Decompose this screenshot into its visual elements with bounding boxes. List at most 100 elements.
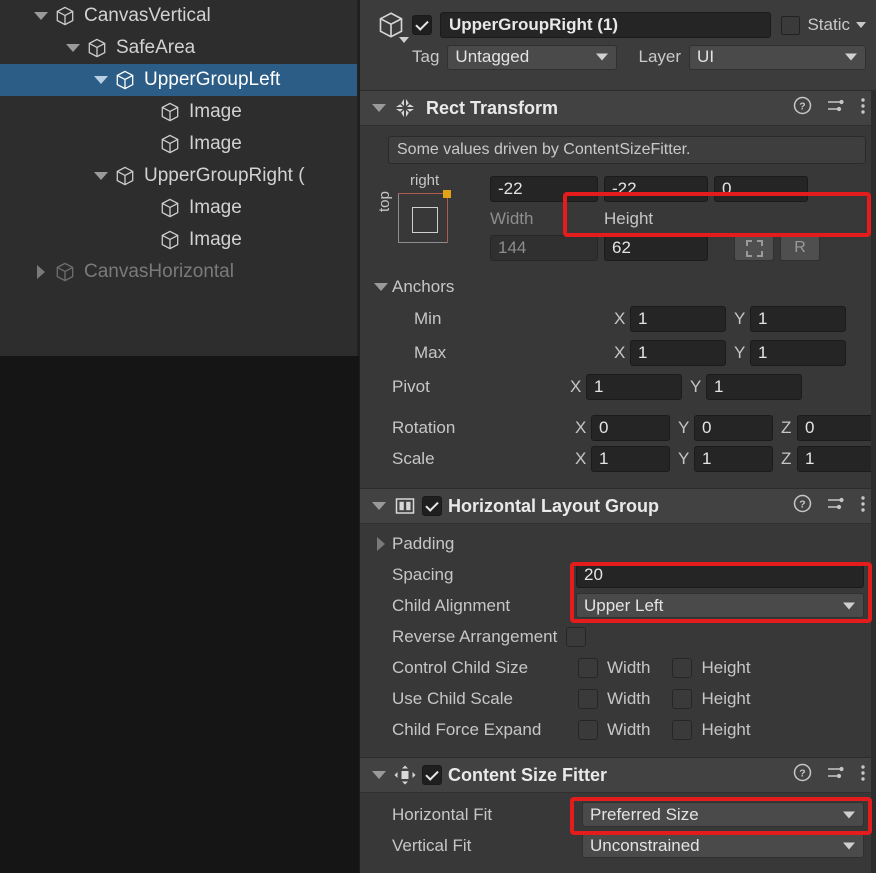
hierarchy-item-image[interactable]: Image [0, 128, 357, 160]
static-dropdown-arrow[interactable] [856, 22, 866, 28]
child-alignment-dropdown[interactable]: Upper Left [576, 593, 864, 618]
pos-z-field[interactable]: 0 [714, 176, 808, 202]
rotation-x-field[interactable]: 0 [591, 414, 671, 441]
scale-z-field[interactable]: 1 [797, 445, 876, 472]
content-size-fitter-header[interactable]: Content Size Fitter ? [360, 757, 876, 793]
anchor-pivot-y-field[interactable]: 1 [706, 374, 802, 400]
hierarchy-foldout-arrow[interactable] [62, 44, 84, 52]
hierarchy-foldout-arrow[interactable] [90, 76, 112, 84]
control-child-size-width-checkbox[interactable] [578, 657, 598, 678]
hierarchy-item-canvasvertical[interactable]: CanvasVertical [0, 0, 357, 32]
static-toggle-group[interactable]: Static [781, 15, 866, 35]
hierarchy-item-image[interactable]: Image [0, 192, 357, 224]
rotation-z-field[interactable]: 0 [797, 414, 876, 441]
padding-foldout-arrow[interactable] [370, 536, 392, 551]
hierarchy-item-canvashorizontal[interactable]: CanvasHorizontal [0, 256, 357, 288]
scale-x-field[interactable]: 1 [591, 445, 671, 472]
control-child-size-height-label: Height [701, 657, 751, 677]
rect-transform-header[interactable]: Rect Transform ? [360, 90, 876, 126]
preset-icon[interactable] [826, 494, 846, 519]
use-child-scale-width-label: Width [607, 688, 651, 708]
gameobject-name-field[interactable]: UpperGroupRight (1) [440, 12, 772, 38]
hierarchy-item-safearea[interactable]: SafeArea [0, 32, 357, 64]
anchor-min-row: Min X 1 Y 1 [360, 302, 876, 336]
anchor-preset-widget[interactable]: right top [370, 172, 490, 272]
anchors-foldout-arrow[interactable] [370, 283, 392, 291]
csf-enabled-checkbox[interactable] [422, 765, 442, 785]
raw-edit-mode-button[interactable]: R [780, 235, 820, 261]
hierarchy-foldout-arrow[interactable] [30, 12, 52, 20]
driven-values-info: Some values driven by ContentSizeFitter. [388, 136, 866, 164]
static-checkbox[interactable] [781, 15, 801, 35]
layer-label: Layer [638, 47, 682, 66]
pos-x-field[interactable]: -22 [490, 176, 598, 202]
help-icon[interactable]: ? [793, 96, 812, 120]
hlg-enabled-checkbox[interactable] [422, 496, 442, 516]
hierarchy-item-uppergroupright[interactable]: UpperGroupRight ( [0, 160, 357, 192]
help-icon[interactable]: ? [793, 763, 812, 787]
rect-transform-title: Rect Transform [426, 97, 559, 118]
gameobject-cube-icon[interactable] [370, 10, 412, 43]
anchor-max-x-field[interactable]: 1 [630, 340, 726, 366]
height-field[interactable]: 62 [604, 235, 708, 261]
kebab-menu-icon[interactable] [860, 96, 866, 121]
size-labels-row: Width Height [490, 206, 870, 232]
axis-x-label: X [570, 377, 582, 396]
tag-layer-row: Tag Untagged Layer UI [370, 42, 866, 72]
hierarchy-item-image[interactable]: Image [0, 96, 357, 128]
help-icon[interactable]: ? [793, 494, 812, 518]
preset-icon[interactable] [826, 96, 846, 121]
axis-y-label: Y [734, 309, 746, 328]
hierarchy-item-label: UpperGroupRight ( [144, 165, 305, 186]
spacing-label: Spacing [392, 564, 454, 584]
anchors-foldout-row[interactable]: Anchors [360, 272, 876, 302]
child-force-expand-width-checkbox[interactable] [578, 719, 598, 740]
anchor-pivot-label: Pivot [392, 377, 430, 396]
hierarchy-item-image[interactable]: Image [0, 224, 357, 256]
rotation-y-field[interactable]: 0 [694, 414, 774, 441]
control-child-size-height-checkbox[interactable] [672, 657, 693, 678]
gameobject-cube-icon [157, 229, 183, 251]
width-field[interactable]: 144 [490, 235, 598, 261]
reverse-arrangement-label: Reverse Arrangement [392, 626, 558, 646]
hierarchy-foldout-arrow[interactable] [90, 172, 112, 180]
hierarchy-tree[interactable]: CanvasVertical SafeArea UpperGroupLeft Imag… [0, 0, 359, 356]
use-child-scale-width-checkbox[interactable] [578, 688, 598, 709]
offset-fields-row: -22 -22 0 [490, 172, 870, 206]
blueprint-mode-button[interactable] [734, 235, 774, 261]
kebab-menu-icon[interactable] [860, 763, 866, 788]
rect-transform-foldout[interactable] [368, 104, 390, 112]
spacing-field[interactable]: 20 [576, 561, 864, 588]
anchor-max-y-field[interactable]: 1 [750, 340, 846, 366]
child-force-expand-height-checkbox[interactable] [672, 719, 693, 740]
horizontal-layout-group-header[interactable]: Horizontal Layout Group ? [360, 488, 876, 524]
hlg-foldout[interactable] [368, 502, 390, 510]
anchor-pivot-x-field[interactable]: 1 [586, 374, 682, 400]
gameobject-cube-icon [52, 261, 78, 283]
gameobject-active-checkbox[interactable] [412, 15, 432, 35]
chevron-down-icon [845, 53, 857, 61]
axis-y-label: Y [690, 377, 702, 396]
tag-dropdown[interactable]: Untagged [447, 44, 617, 70]
horizontal-fit-dropdown[interactable]: Preferred Size [582, 802, 864, 827]
anchor-min-y-field[interactable]: 1 [750, 306, 846, 332]
hierarchy-item-uppergroupleft[interactable]: UpperGroupLeft [0, 64, 357, 96]
padding-foldout-row[interactable]: Padding [360, 528, 876, 559]
gameobject-header: UpperGroupRight (1) Static Tag Untagged … [360, 0, 876, 90]
csf-foldout[interactable] [368, 771, 390, 779]
scale-y-field[interactable]: 1 [694, 445, 774, 472]
pos-y-field[interactable]: -22 [604, 176, 708, 202]
preset-icon[interactable] [826, 763, 846, 788]
child-force-expand-label: Child Force Expand [392, 719, 542, 739]
vertical-fit-dropdown[interactable]: Unconstrained [582, 833, 864, 858]
gameobject-icon-dropdown-arrow[interactable] [399, 37, 409, 43]
kebab-menu-icon[interactable] [860, 494, 866, 519]
reverse-arrangement-checkbox[interactable] [566, 626, 587, 647]
anchor-min-x-field[interactable]: 1 [630, 306, 726, 332]
inspector-scrollbar[interactable] [871, 0, 876, 873]
hierarchy-pane: CanvasVertical SafeArea UpperGroupLeft Imag… [0, 0, 359, 873]
layer-value: UI [697, 47, 715, 66]
hierarchy-foldout-arrow[interactable] [30, 265, 52, 279]
layer-dropdown[interactable]: UI [689, 44, 866, 70]
use-child-scale-height-checkbox[interactable] [672, 688, 693, 709]
